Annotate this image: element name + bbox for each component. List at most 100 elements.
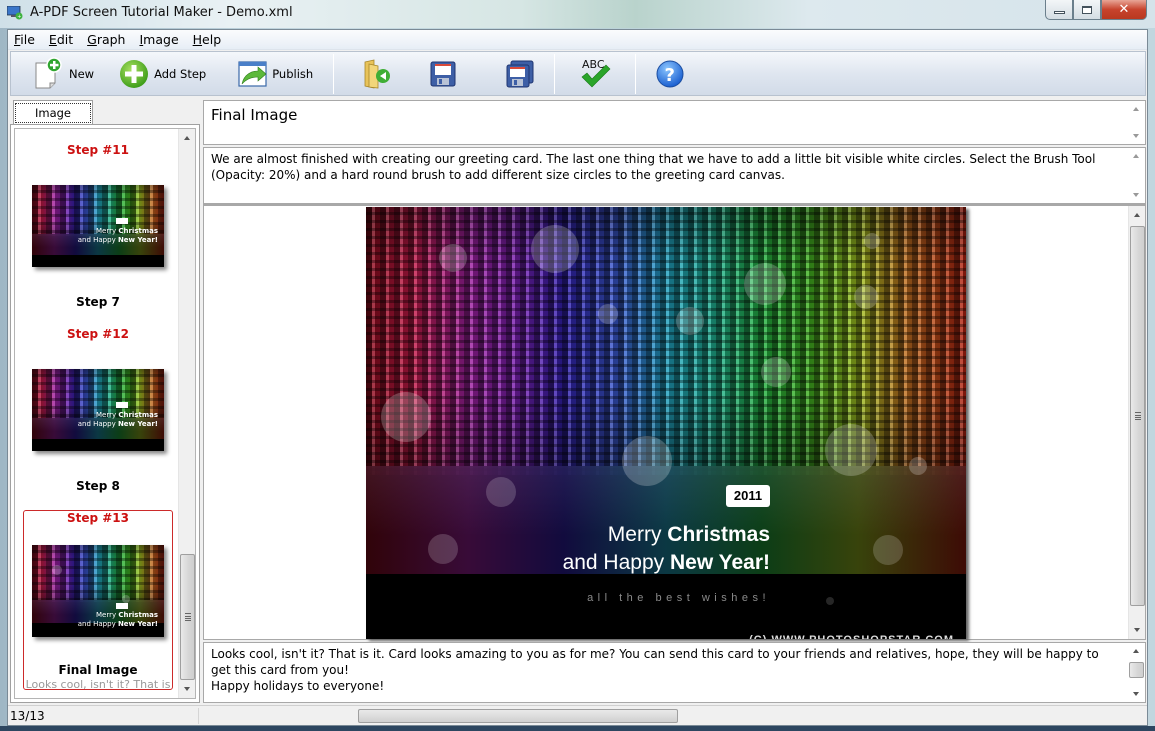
step-description-field[interactable]: We are almost finished with creating our… [203,147,1146,204]
menu-graph-label: raph [96,32,126,47]
step-number: Step #11 [66,143,130,157]
maximize-button[interactable] [1073,0,1101,20]
steps-panel: Image Step #11 Merry Christmas and Happy … [10,100,200,703]
open-button[interactable] [356,53,398,95]
step-footer-text: Looks cool, isn't it? That is it. Card l… [211,646,1116,694]
step-thumbnail[interactable]: Merry Christmas and Happy New Year! [32,185,164,267]
menu-image[interactable]: Image [139,32,178,47]
app-icon: + [7,6,23,20]
close-button[interactable]: ✕ [1101,0,1147,20]
save-button[interactable] [424,53,462,95]
list-item[interactable]: Step #11 [23,143,173,157]
help-button[interactable]: ? [650,53,690,95]
scroll-down-icon[interactable] [184,687,190,691]
menu-help[interactable]: Help [193,32,222,47]
image-scroll-thumb[interactable] [1130,226,1145,606]
step-thumbnail[interactable]: Merry Christmas and Happy New Year! [32,545,164,637]
main-frame: File Edit Graph Image Help New Add Step … [7,29,1148,726]
step-title: Step 8 [76,479,120,493]
step-number: Step #12 [66,327,130,341]
card-year-badge: 2011 [726,485,770,507]
window-title: A-PDF Screen Tutorial Maker - Demo.xml [30,5,293,20]
scroll-up-icon[interactable] [1134,213,1140,217]
menu-edit[interactable]: Edit [49,32,73,47]
horizontal-scroll-thumb[interactable] [358,709,678,723]
step-editor: Final Image We are almost finished with … [203,100,1146,703]
menu-graph-accel: G [87,32,97,47]
menu-help-label: elp [202,32,222,47]
scroll-down-icon[interactable] [1133,134,1139,138]
publish-button[interactable]: Publish [232,53,319,95]
taskbar [0,726,1155,731]
save-icon [430,61,456,86]
menu-file[interactable]: File [14,32,35,47]
grip-icon [1135,412,1141,420]
minimize-button[interactable] [1045,0,1073,20]
status-bar: 13/13 [8,705,1147,725]
app-window: + A-PDF Screen Tutorial Maker - Demo.xml… [0,0,1155,731]
card-line1-bold: Christmas [667,523,770,546]
card-line2-regular: and Happy [562,551,670,574]
list-item[interactable]: Step #12 [23,327,173,341]
spellcheck-icon: ABC [581,58,611,87]
scroll-up-icon[interactable] [1133,107,1139,111]
footer-scroll-thumb[interactable] [1129,662,1144,678]
footer-line-1: Looks cool, isn't it? That is it. Card l… [211,647,1099,677]
list-item-title: Step 8 [23,479,173,493]
maximize-icon [1082,5,1092,14]
scroll-up-icon[interactable] [184,136,190,140]
menu-image-label: mage [143,32,179,47]
new-document-icon [35,56,62,88]
open-folder-icon [364,59,391,88]
new-button[interactable]: New [27,53,100,95]
save-as-button[interactable] [500,53,540,95]
step-description-text: We are almost finished with creating our… [211,152,1096,182]
window-controls: ✕ [1045,0,1147,20]
scroll-up-icon[interactable] [1133,649,1139,653]
step-footer-field[interactable]: Looks cool, isn't it? That is it. Card l… [203,642,1146,703]
menu-help-accel: H [192,32,203,47]
add-step-label: Add Step [154,66,207,81]
new-label: New [69,66,95,81]
title-scrollbar[interactable] [1128,101,1145,144]
list-item-title: Final Image [23,663,173,677]
scroll-down-icon[interactable] [1133,692,1139,696]
scroll-down-icon[interactable] [1134,628,1140,632]
title-bar: + A-PDF Screen Tutorial Maker - Demo.xml… [0,0,1155,28]
menu-file-label: ile [20,32,35,47]
menu-graph[interactable]: Graph [87,32,125,47]
steps-list-frame: Step #11 Merry Christmas and Happy New Ye… [10,124,200,703]
tab-image[interactable]: Image [13,100,93,124]
step-number: Step #13 [66,511,130,525]
step-title: Step 7 [76,295,120,309]
toolbar-separator [635,53,637,94]
card-line1-regular: Merry [607,523,668,546]
svg-text:+: + [17,14,21,20]
spellcheck-button[interactable]: ABC [573,53,619,95]
greeting-card-image[interactable]: 2011 Merry Christmas and Happy New Year!… [366,207,966,639]
step-thumbnail[interactable]: Merry Christmas and Happy New Year! [32,369,164,451]
toolbar: New Add Step Publish ABC ? [10,51,1146,96]
list-item-desc: Looks cool, isn't it? That is [23,678,173,691]
close-icon: ✕ [1118,2,1130,17]
footer-scrollbar[interactable] [1128,643,1145,702]
steps-scroll-thumb[interactable] [180,554,195,680]
scroll-down-icon[interactable] [1133,193,1139,197]
scroll-up-icon[interactable] [1133,154,1139,158]
steps-scrollbar[interactable] [178,129,195,698]
status-divider [198,708,199,724]
card-line2-bold: New Year! [669,551,770,574]
step-description: Looks cool, isn't it? That is [25,678,171,691]
list-item[interactable]: Step #13 [23,511,173,525]
publish-label: Publish [272,66,314,81]
image-scrollbar[interactable] [1128,206,1145,639]
card-copyright: (C) WWW.PHOTOSHOPSTAR.COM [749,634,954,639]
step-title: Final Image [58,663,138,677]
description-scrollbar[interactable] [1128,148,1145,203]
step-title-text: Final Image [211,106,298,124]
add-step-button[interactable]: Add Step [112,53,212,95]
step-title-field[interactable]: Final Image [203,100,1146,145]
tab-image-label: Image [15,102,91,123]
card-wishes: all the best wishes! [587,592,770,604]
image-viewer: 2011 Merry Christmas and Happy New Year!… [203,204,1146,640]
